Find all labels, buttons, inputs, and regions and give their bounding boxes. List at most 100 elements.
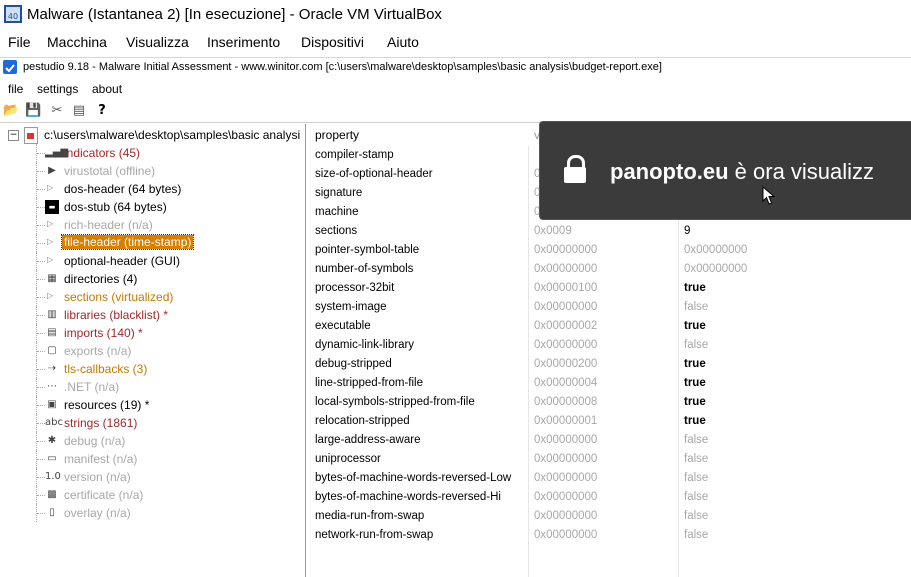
cell-value: 0x00000000 (534, 510, 598, 522)
play-icon: ▶ (48, 165, 56, 176)
tree-item[interactable]: ▣ resources (19) * (0, 396, 305, 414)
cell-property: executable (315, 320, 371, 332)
tree-item-label: version (n/a) (64, 470, 131, 484)
pestudio-toolbar: 📂 💾 ✂ ▤ ? (0, 100, 911, 123)
virtualbox-title-bar: 40 Malware (Istantanea 2) [In esecuzione… (0, 0, 911, 30)
menu-visualizza[interactable]: Visualizza (126, 34, 189, 50)
table-row[interactable]: uniprocessor 0x00000000 false (309, 450, 911, 469)
cell-detail: false (684, 472, 709, 484)
tree-root-label: c:\users\malware\desktop\samples\basic a… (44, 128, 301, 142)
table-row[interactable]: processor-32bit 0x00000100 true (309, 279, 911, 298)
table-row[interactable]: debug-stripped 0x00000200 true (309, 355, 911, 374)
tree-item-label: directories (4) (64, 272, 138, 286)
toast-message: panopto.eu è ora visualizz (610, 159, 874, 185)
table-row[interactable]: pointer-symbol-table 0x00000000 0x00000000 (309, 241, 911, 260)
tree-item[interactable]: ✱ debug (n/a) (0, 432, 305, 450)
collapse-icon[interactable]: − (8, 130, 19, 141)
cell-property: media-run-from-swap (315, 510, 425, 522)
cell-property: uniprocessor (315, 453, 381, 465)
cell-detail: true (684, 377, 706, 389)
tree-item[interactable]: abc strings (1861) (0, 414, 305, 432)
cell-property: size-of-optional-header (315, 168, 433, 180)
cell-property: number-of-symbols (315, 263, 414, 275)
tree-item[interactable]: ▦ directories (4) (0, 270, 305, 288)
menu-aiuto[interactable]: Aiuto (387, 34, 419, 50)
table-row[interactable]: local-symbols-stripped-from-file 0x000000… (309, 393, 911, 412)
table-row[interactable]: system-image 0x00000000 false (309, 298, 911, 317)
tree-item-label: tls-callbacks (3) (64, 362, 148, 376)
save-icon[interactable]: 💾 (25, 103, 41, 119)
cell-detail: false (684, 529, 709, 541)
tree-item[interactable]: ▢ exports (n/a) (0, 342, 305, 360)
tree-item[interactable]: ⋯ .NET (n/a) (0, 378, 305, 396)
console-icon: ▬ (45, 200, 59, 214)
table-row[interactable]: bytes-of-machine-words-reversed-Low 0x000… (309, 469, 911, 488)
table-row[interactable]: relocation-stripped 0x00000001 true (309, 412, 911, 431)
tree-item[interactable]: ▥ libraries (blacklist) * (0, 306, 305, 324)
cell-property: debug-stripped (315, 358, 392, 370)
menu-settings[interactable]: settings (37, 82, 78, 96)
arrow-icon: ▷ (47, 219, 54, 228)
table-row[interactable]: line-stripped-from-file 0x00000004 true (309, 374, 911, 393)
cell-property: relocation-stripped (315, 415, 410, 427)
tree-item[interactable]: ▤ imports (140) * (0, 324, 305, 342)
tree-item[interactable]: ▷ optional-header (GUI) (0, 252, 305, 270)
tree-item-label: libraries (blacklist) * (64, 308, 169, 322)
notification-toast[interactable]: panopto.eu è ora visualizz (539, 121, 911, 220)
resources-icon: ▣ (47, 399, 57, 410)
tree-item-label: imports (140) * (64, 326, 143, 340)
tree-item[interactable]: ▶ virustotal (offline) (0, 162, 305, 180)
menu-macchina[interactable]: Macchina (47, 34, 107, 50)
table-row[interactable]: sections 0x0009 9 (309, 222, 911, 241)
menu-file[interactable]: File (8, 34, 31, 50)
header-property[interactable]: property (309, 124, 528, 146)
table-row[interactable]: bytes-of-machine-words-reversed-Hi 0x0000… (309, 488, 911, 507)
cell-value: 0x00000000 (534, 453, 598, 465)
help-icon[interactable]: ? (94, 103, 110, 119)
cell-value: 0x00000000 (534, 529, 598, 541)
tree-item[interactable]: ▷ sections (virtualized) (0, 288, 305, 306)
tree-item[interactable]: ▬ dos-stub (64 bytes) (0, 198, 305, 216)
open-folder-icon[interactable]: 📂 (3, 103, 19, 119)
cell-value: 0x00000000 (534, 301, 598, 313)
copy-icon[interactable]: ▤ (71, 103, 87, 119)
table-row[interactable]: large-address-aware 0x00000000 false (309, 431, 911, 450)
tree-item[interactable]: ▭ manifest (n/a) (0, 450, 305, 468)
table-row[interactable]: dynamic-link-library 0x00000000 false (309, 336, 911, 355)
tree-item[interactable]: ▷ dos-header (64 bytes) (0, 180, 305, 198)
tree-item-label: sections (virtualized) (64, 290, 174, 304)
tree-item[interactable]: ▂▄▆ indicators (45) (0, 144, 305, 162)
tree-item[interactable]: ▩ certificate (n/a) (0, 486, 305, 504)
toast-rest: è ora visualizz (728, 159, 875, 184)
cell-property: local-symbols-stripped-from-file (315, 396, 475, 408)
tls-icon: ⇢ (47, 363, 57, 374)
tree-pane[interactable]: − c:\users\malware\desktop\samples\basic… (0, 124, 306, 577)
cell-value: 0x00000000 (534, 244, 598, 256)
tree-item[interactable]: ▷ rich-header (n/a) (0, 216, 305, 234)
cell-detail: false (684, 301, 709, 313)
pdf-file-icon (24, 127, 38, 144)
imports-icon: ▤ (47, 327, 57, 338)
tree-item-label: resources (19) * (64, 398, 150, 412)
tree-item-label: indicators (45) (64, 146, 141, 160)
menu-about[interactable]: about (92, 82, 122, 96)
table-row[interactable]: network-run-from-swap 0x00000000 false (309, 526, 911, 545)
cell-value: 0x00000008 (534, 396, 598, 408)
tree-item[interactable]: 1.0 version (n/a) (0, 468, 305, 486)
menu-inserimento[interactable]: Inserimento (207, 34, 280, 50)
menu-dispositivi[interactable]: Dispositivi (301, 34, 364, 50)
cut-icon[interactable]: ✂ (49, 103, 65, 119)
guest-screen[interactable]: pestudio 9.18 - Malware Initial Assessme… (0, 57, 911, 577)
cell-detail: true (684, 415, 706, 427)
table-row[interactable]: media-run-from-swap 0x00000000 false (309, 507, 911, 526)
page-icon: ▯ (49, 507, 55, 518)
tree-item[interactable]: ▯ overlay (n/a) (0, 504, 305, 522)
cell-property: network-run-from-swap (315, 529, 434, 541)
arrow-icon: ▷ (47, 291, 54, 300)
table-row[interactable]: executable 0x00000002 true (309, 317, 911, 336)
tree-item[interactable]: ▷ file-header (time-stamp) (0, 234, 305, 252)
table-row[interactable]: number-of-symbols 0x00000000 0x00000000 (309, 260, 911, 279)
tree-item[interactable]: ⇢ tls-callbacks (3) (0, 360, 305, 378)
menu-file-pestudio[interactable]: file (8, 82, 23, 96)
cell-property: processor-32bit (315, 282, 395, 294)
